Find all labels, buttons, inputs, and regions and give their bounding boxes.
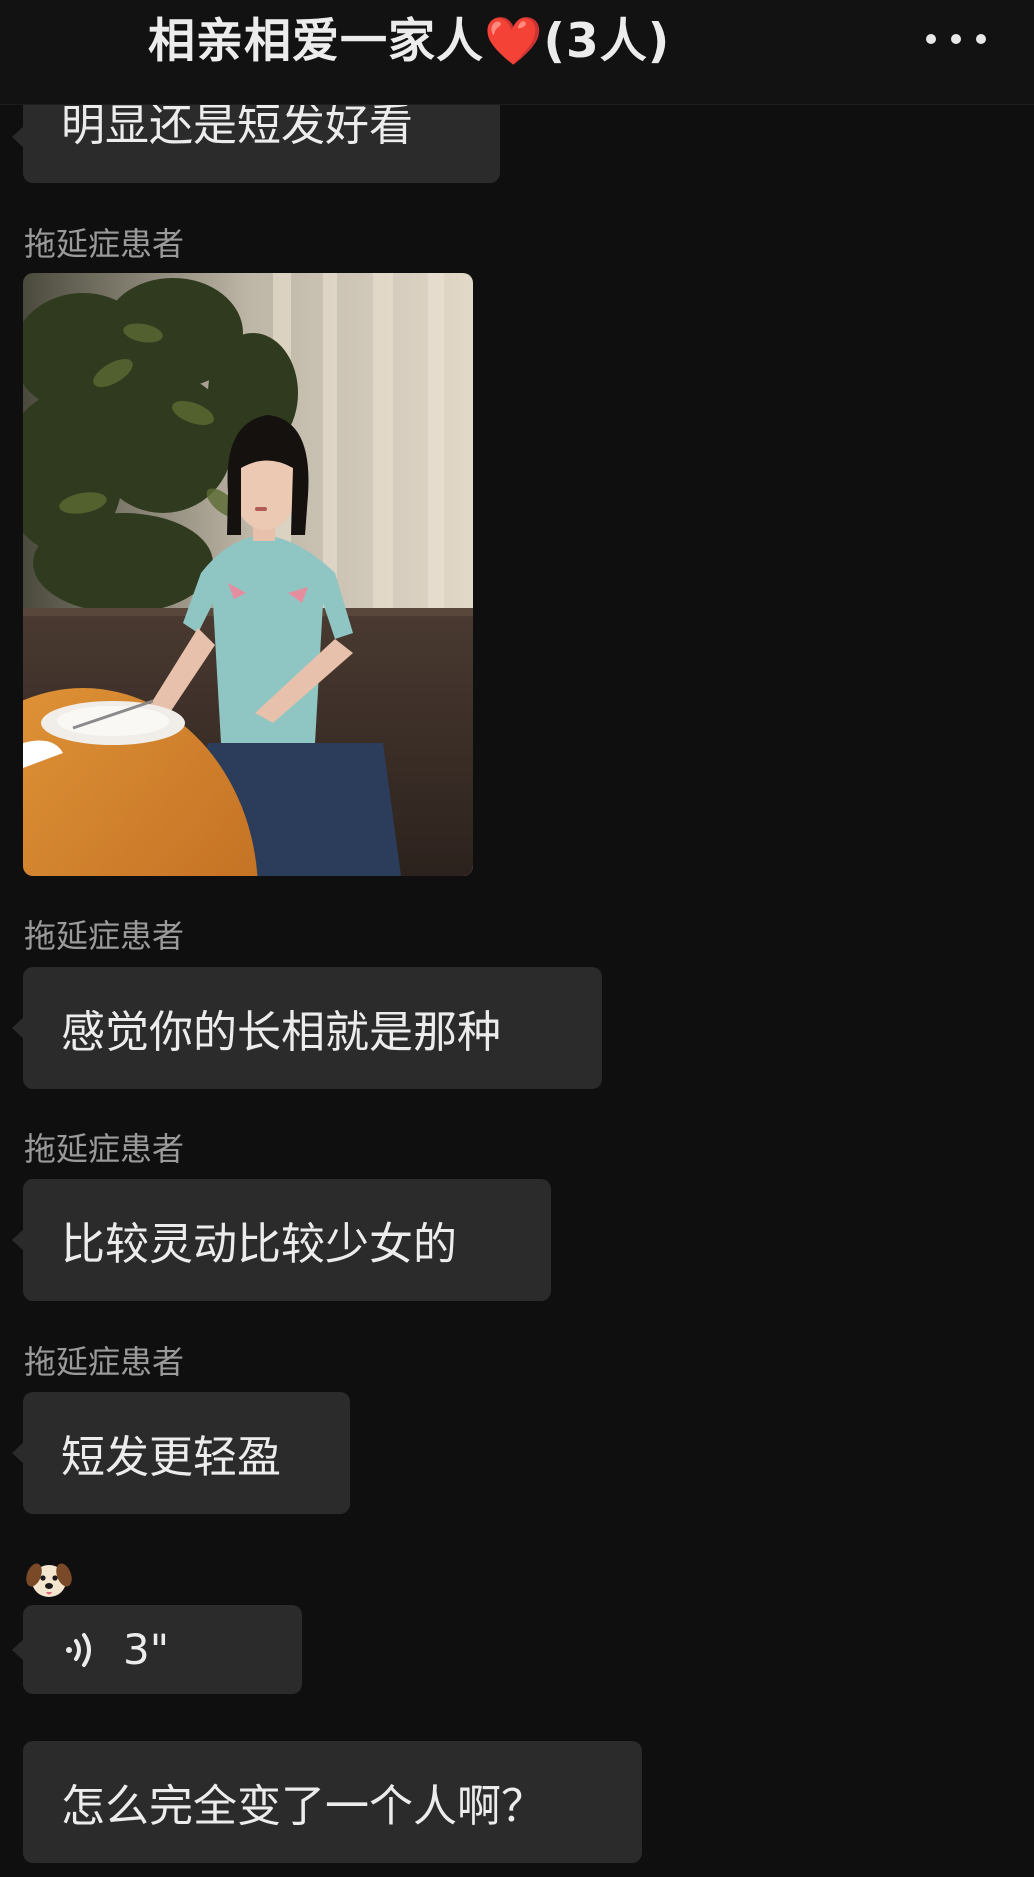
message-text: 短发更轻盈	[61, 1432, 281, 1483]
message-text: 比较灵动比较少女的	[61, 1219, 457, 1270]
chat-message-list[interactable]: 明显还是短发好看 拖延症患者 拖延症患者 感觉你的长相就是那种 拖延症患者 比较…	[0, 0, 1034, 1877]
sender-name: 拖延症患者	[24, 1130, 185, 1168]
message-bubble[interactable]: 怎么完全变了一个人啊？	[23, 1741, 642, 1863]
group-chat-title: 相亲相爱一家人❤️(3人)	[148, 14, 671, 69]
message-bubble[interactable]: 短发更轻盈	[12, 1392, 350, 1514]
message-text: 怎么完全变了一个人啊？	[61, 1781, 545, 1832]
more-options-icon[interactable]	[926, 28, 986, 50]
voice-duration: 3"	[123, 1625, 170, 1674]
voice-message-bubble[interactable]: 3"	[12, 1605, 302, 1694]
voice-wave-icon	[66, 1632, 91, 1667]
message-bubble[interactable]: 比较灵动比较少女的	[12, 1179, 551, 1301]
sender-name: 拖延症患者	[24, 225, 185, 263]
chat-header: 相亲相爱一家人❤️(3人)	[0, 0, 1034, 105]
sender-name: 拖延症患者	[24, 917, 185, 955]
message-text: 感觉你的长相就是那种	[61, 1007, 501, 1058]
dog-emoji-avatar[interactable]	[26, 1557, 72, 1601]
photo-woman-at-table	[23, 273, 473, 876]
image-message[interactable]	[23, 273, 473, 876]
sender-name: 拖延症患者	[24, 1343, 185, 1381]
message-bubble[interactable]: 感觉你的长相就是那种	[12, 967, 602, 1089]
